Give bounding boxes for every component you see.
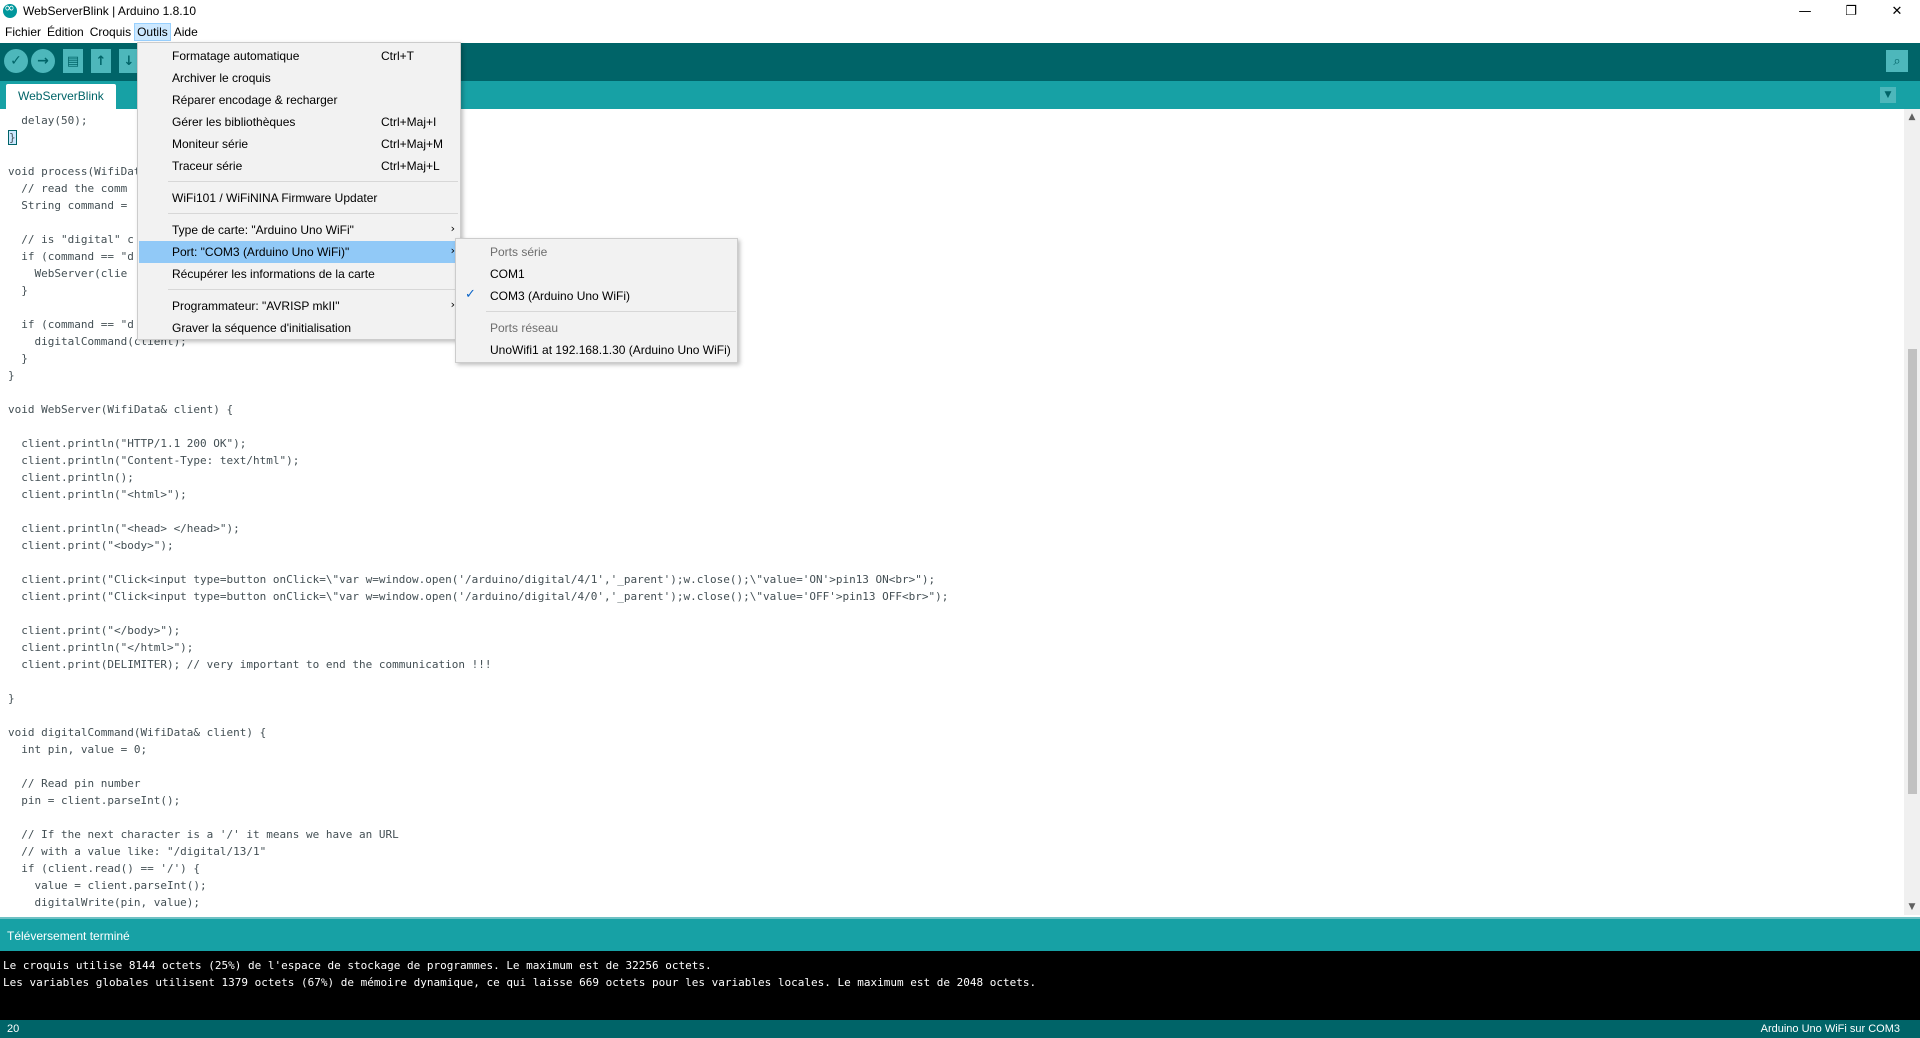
code-line[interactable]: client.print(DELIMITER); // very importa… [8, 656, 948, 673]
code-line[interactable] [8, 554, 948, 571]
footer-bar: 20 Arduino Uno WiFi sur COM3 [0, 1020, 1920, 1038]
code-line[interactable]: void WebServer(WifiData& client) { [8, 401, 948, 418]
code-line[interactable] [8, 809, 948, 826]
menu-item-programmateur[interactable]: Programmateur: "AVRISP mkII" › [139, 295, 459, 317]
menu-outils[interactable]: Outils [134, 23, 171, 41]
code-line[interactable]: client.print("</body>"); [8, 622, 948, 639]
menu-item-type-de-carte[interactable]: Type de carte: "Arduino Uno WiFi" › [139, 219, 459, 241]
code-line[interactable]: // Read pin number [8, 775, 948, 792]
close-button[interactable]: ✕ [1874, 0, 1920, 22]
line-number: 20 [7, 1023, 20, 1035]
tab-menu-chevron-icon[interactable]: ▼ [1880, 87, 1896, 103]
code-line[interactable] [8, 418, 948, 435]
menu-separator [168, 181, 458, 182]
menu-fichier[interactable]: Fichier [2, 23, 44, 41]
menu-item-graver-sequence[interactable]: Graver la séquence d'initialisation [139, 317, 459, 339]
code-line[interactable]: } [8, 367, 948, 384]
code-line[interactable]: client.print("Click<input type=button on… [8, 571, 948, 588]
scroll-up-icon[interactable]: ▲ [1904, 109, 1920, 125]
submenu-arrow-icon: › [450, 222, 455, 235]
ports-reseau-header: Ports réseau [490, 321, 559, 335]
port-option-com3[interactable]: ✓ COM3 (Arduino Uno WiFi) [457, 285, 736, 307]
code-line[interactable]: client.println("<head> </head>"); [8, 520, 948, 537]
menu-edition[interactable]: Édition [44, 23, 87, 41]
port-option-unowifi1[interactable]: UnoWifi1 at 192.168.1.30 (Arduino Uno Wi… [457, 339, 736, 361]
console-line: Le croquis utilise 8144 octets (25%) de … [3, 959, 712, 972]
menu-item-firmware-updater[interactable]: WiFi101 / WiFiNINA Firmware Updater [139, 187, 459, 209]
code-line[interactable]: value = client.parseInt(); [8, 877, 948, 894]
status-bar: Téléversement terminé [0, 917, 1920, 951]
code-line[interactable]: client.println(); [8, 469, 948, 486]
window-controls: — ❐ ✕ [1782, 0, 1920, 22]
cursor-brace: } [8, 130, 17, 145]
menu-item-port[interactable]: Port: "COM3 (Arduino Uno WiFi)" › [139, 241, 459, 263]
code-line[interactable] [8, 707, 948, 724]
upload-icon[interactable]: → [31, 49, 55, 73]
menu-item-traceur-serie[interactable]: Traceur série Ctrl+Maj+L [139, 155, 459, 177]
menu-item-formatage[interactable]: Formatage automatique Ctrl+T [139, 45, 459, 67]
menu-separator [486, 311, 736, 312]
arduino-logo-icon [3, 1, 17, 18]
editor-scrollbar[interactable]: ▲ ▼ [1904, 109, 1920, 915]
menu-item-archiver[interactable]: Archiver le croquis [139, 67, 459, 89]
tab-webserverblink[interactable]: WebServerBlink [6, 84, 116, 109]
port-submenu: Ports série COM1 ✓ COM3 (Arduino Uno WiF… [455, 238, 738, 363]
code-line[interactable]: client.println("HTTP/1.1 200 OK"); [8, 435, 948, 452]
menu-aide[interactable]: Aide [171, 23, 201, 41]
code-line[interactable]: // with a value like: "/digital/13/1" [8, 843, 948, 860]
menu-item-moniteur-serie[interactable]: Moniteur série Ctrl+Maj+M [139, 133, 459, 155]
code-line[interactable]: void digitalCommand(WifiData& client) { [8, 724, 948, 741]
menu-item-reparer[interactable]: Réparer encodage & recharger [139, 89, 459, 111]
ports-serie-header: Ports série [490, 245, 548, 259]
code-line[interactable]: pin = client.parseInt(); [8, 792, 948, 809]
code-line[interactable]: client.println("Content-Type: text/html"… [8, 452, 948, 469]
menu-item-bibliotheques[interactable]: Gérer les bibliothèques Ctrl+Maj+I [139, 111, 459, 133]
code-line[interactable]: // If the next character is a '/' it mea… [8, 826, 948, 843]
open-icon[interactable]: ↑ [91, 49, 111, 73]
code-line[interactable]: client.print("<body>"); [8, 537, 948, 554]
code-line[interactable]: client.println("</html>"); [8, 639, 948, 656]
code-line[interactable]: client.println("<html>"); [8, 486, 948, 503]
console-line: Les variables globales utilisent 1379 oc… [3, 976, 1037, 989]
save-icon[interactable]: ↓ [119, 49, 139, 73]
new-icon[interactable]: ▤ [63, 49, 83, 73]
code-line[interactable]: } [8, 690, 948, 707]
board-port-label: Arduino Uno WiFi sur COM3 [1760, 1023, 1900, 1035]
window-title: WebServerBlink | Arduino 1.8.10 [23, 4, 196, 18]
code-line[interactable] [8, 605, 948, 622]
code-line[interactable]: int pin, value = 0; [8, 741, 948, 758]
code-line[interactable]: client.print("Click<input type=button on… [8, 588, 948, 605]
code-line[interactable]: digitalWrite(pin, value); [8, 894, 948, 911]
menu-croquis[interactable]: Croquis [87, 23, 134, 41]
port-option-com1[interactable]: COM1 [457, 263, 736, 285]
title-bar: WebServerBlink | Arduino 1.8.10 — ❐ ✕ [0, 0, 1920, 22]
menu-item-recuperer-infos[interactable]: Récupérer les informations de la carte [139, 263, 459, 285]
code-line[interactable] [8, 673, 948, 690]
serial-monitor-icon[interactable]: ⌕ [1886, 50, 1908, 72]
console-output: Le croquis utilise 8144 octets (25%) de … [0, 951, 1920, 1020]
menu-bar: Fichier Édition Croquis Outils Aide [0, 22, 1920, 42]
status-message: Téléversement terminé [7, 929, 130, 943]
code-line[interactable] [8, 384, 948, 401]
menu-separator [168, 213, 458, 214]
verify-icon[interactable]: ✓ [4, 49, 28, 73]
outils-dropdown-menu: Formatage automatique Ctrl+T Archiver le… [137, 42, 461, 340]
scroll-down-icon[interactable]: ▼ [1904, 899, 1920, 915]
code-line[interactable] [8, 758, 948, 775]
code-line[interactable]: if (client.read() == '/') { [8, 860, 948, 877]
maximize-button[interactable]: ❐ [1828, 0, 1874, 22]
minimize-button[interactable]: — [1782, 0, 1828, 22]
scrollbar-thumb[interactable] [1908, 349, 1917, 794]
code-line[interactable] [8, 503, 948, 520]
checkmark-icon: ✓ [465, 287, 476, 302]
menu-separator [168, 289, 458, 290]
